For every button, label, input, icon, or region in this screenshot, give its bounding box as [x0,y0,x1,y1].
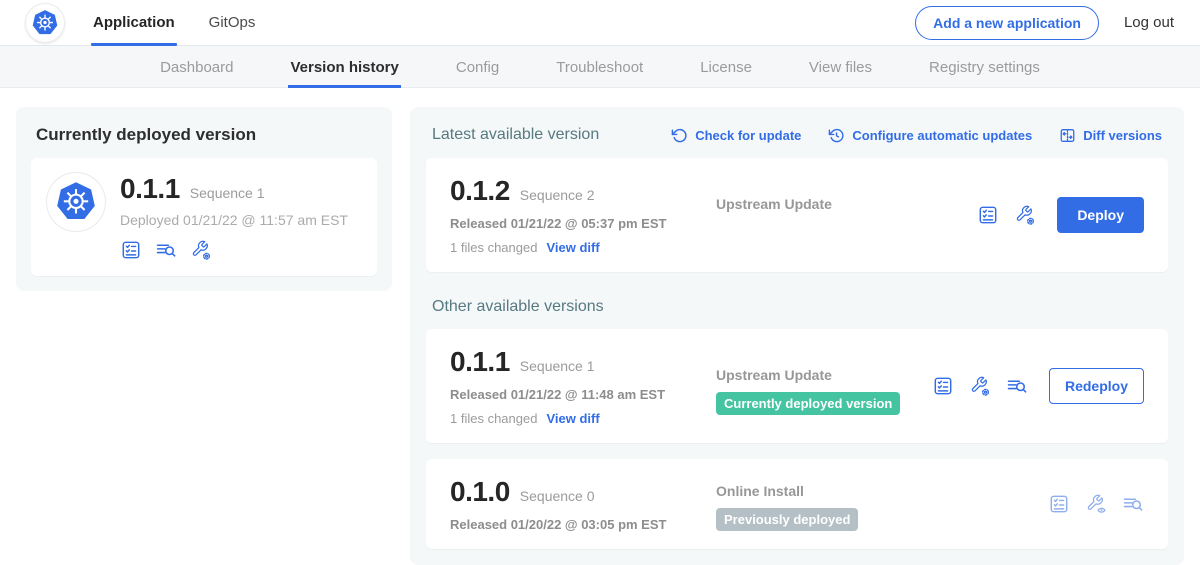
subnav-tab-config[interactable]: Config [456,46,499,88]
version-source: Upstream Update [716,175,977,255]
deploy-button[interactable]: Deploy [1057,197,1144,233]
other-versions-heading: Other available versions [432,298,1162,316]
subnav-tab-version-history-label: Version history [290,59,398,76]
check-for-update-link[interactable]: Check for update [671,127,801,144]
checklist-icon[interactable] [977,204,999,226]
header-tab-gitops[interactable]: GitOps [207,0,258,46]
logout-button[interactable]: Log out [1124,14,1174,31]
kubernetes-logo [26,4,64,42]
wrench-gear-icon[interactable] [1014,204,1036,226]
source-label: Upstream Update [716,196,977,212]
deployed-version-box: 0.1.1 Sequence 1 Deployed 01/21/22 @ 11:… [31,158,377,276]
version-source: Online Install Previously deployed [716,476,1048,532]
version-actions: Deploy [977,197,1144,233]
refresh-icon [671,127,688,144]
wrench-eye-icon[interactable] [1085,493,1107,515]
sequence-label: Sequence 2 [520,187,595,203]
subnav-tab-troubleshoot[interactable]: Troubleshoot [556,46,643,88]
app-header: Application GitOps Add a new application… [0,0,1200,46]
subnav-tab-license-label: License [700,59,752,76]
app-subnav: Dashboard Version history Config Trouble… [0,46,1200,88]
check-for-update-label: Check for update [695,128,801,143]
configure-auto-updates-link[interactable]: Configure automatic updates [828,127,1032,144]
deployed-version-number: 0.1.1 [120,173,180,205]
latest-version-heading: Latest available version [432,126,599,144]
sequence-label: Sequence 1 [520,358,595,374]
diff-versions-label: Diff versions [1083,128,1162,143]
previously-deployed-badge: Previously deployed [716,508,858,531]
checklist-icon[interactable] [1048,493,1070,515]
latest-version-header: Latest available version Check for updat… [432,126,1162,144]
sequence-label: Sequence 0 [520,488,595,504]
version-number: 0.1.1 [450,346,510,378]
diff-icon [1059,127,1076,144]
subnav-tab-view-files[interactable]: View files [809,46,872,88]
version-info: 0.1.1 Sequence 1 Released 01/21/22 @ 11:… [450,346,716,426]
checklist-icon[interactable] [932,375,954,397]
currently-deployed-card: Currently deployed version 0.1.1 Sequenc… [16,107,392,291]
subnav-tab-view-files-label: View files [809,59,872,76]
version-row-0-1-2: 0.1.2 Sequence 2 Released 01/21/22 @ 05:… [426,158,1168,272]
header-tab-application[interactable]: Application [91,0,177,46]
released-timestamp: Released 01/21/22 @ 05:37 pm EST [450,216,716,231]
currently-deployed-title: Currently deployed version [36,125,377,145]
redeploy-button[interactable]: Redeploy [1049,368,1144,404]
version-info: 0.1.2 Sequence 2 Released 01/21/22 @ 05:… [450,175,716,255]
version-number: 0.1.2 [450,175,510,207]
view-diff-link[interactable]: View diff [546,411,599,426]
released-timestamp: Released 01/21/22 @ 11:48 am EST [450,387,716,402]
deploy-logs-icon[interactable] [1122,493,1144,515]
currently-deployed-badge: Currently deployed version [716,392,900,415]
subnav-tab-dashboard[interactable]: Dashboard [160,46,233,88]
version-actions: Redeploy [932,368,1144,404]
deployed-version-info: 0.1.1 Sequence 1 Deployed 01/21/22 @ 11:… [120,173,348,261]
view-diff-link[interactable]: View diff [546,240,599,255]
source-label: Online Install [716,483,1048,499]
diff-versions-link[interactable]: Diff versions [1059,127,1162,144]
deployed-sequence-label: Sequence 1 [190,185,265,201]
files-changed-label: 1 files changed [450,411,537,426]
version-number: 0.1.0 [450,476,510,508]
auto-update-clock-icon [828,127,845,144]
version-actions [1048,493,1144,515]
add-new-application-button[interactable]: Add a new application [915,6,1099,40]
version-row-0-1-0: 0.1.0 Sequence 0 Released 01/20/22 @ 03:… [426,459,1168,549]
files-changed-label: 1 files changed [450,240,537,255]
main-content: Currently deployed version 0.1.1 Sequenc… [0,88,1200,565]
configure-auto-updates-label: Configure automatic updates [852,128,1032,143]
subnav-tab-dashboard-label: Dashboard [160,59,233,76]
subnav-tab-troubleshoot-label: Troubleshoot [556,59,643,76]
checklist-icon[interactable] [120,239,142,261]
wrench-gear-icon[interactable] [969,375,991,397]
version-source: Upstream Update Currently deployed versi… [716,346,932,426]
subnav-tab-version-history[interactable]: Version history [290,46,398,88]
kots-admin-console: Application GitOps Add a new application… [0,0,1200,564]
subnav-tab-registry-settings[interactable]: Registry settings [929,46,1040,88]
deployed-timestamp: Deployed 01/21/22 @ 11:57 am EST [120,212,348,228]
deployed-actions [120,239,348,261]
deploy-logs-icon[interactable] [155,239,177,261]
source-label: Upstream Update [716,367,932,383]
header-tab-application-label: Application [93,14,175,31]
subnav-tab-config-label: Config [456,59,499,76]
subnav-tab-license[interactable]: License [700,46,752,88]
wrench-gear-icon[interactable] [190,239,212,261]
header-tab-gitops-label: GitOps [209,14,256,31]
deploy-logs-icon[interactable] [1006,375,1028,397]
version-row-0-1-1: 0.1.1 Sequence 1 Released 01/21/22 @ 11:… [426,329,1168,443]
released-timestamp: Released 01/20/22 @ 03:05 pm EST [450,517,716,532]
panel-actions: Check for update Configure automatic upd… [671,127,1162,144]
app-icon [47,173,105,231]
subnav-tab-registry-settings-label: Registry settings [929,59,1040,76]
version-info: 0.1.0 Sequence 0 Released 01/20/22 @ 03:… [450,476,716,532]
version-history-panel: Latest available version Check for updat… [410,107,1184,565]
